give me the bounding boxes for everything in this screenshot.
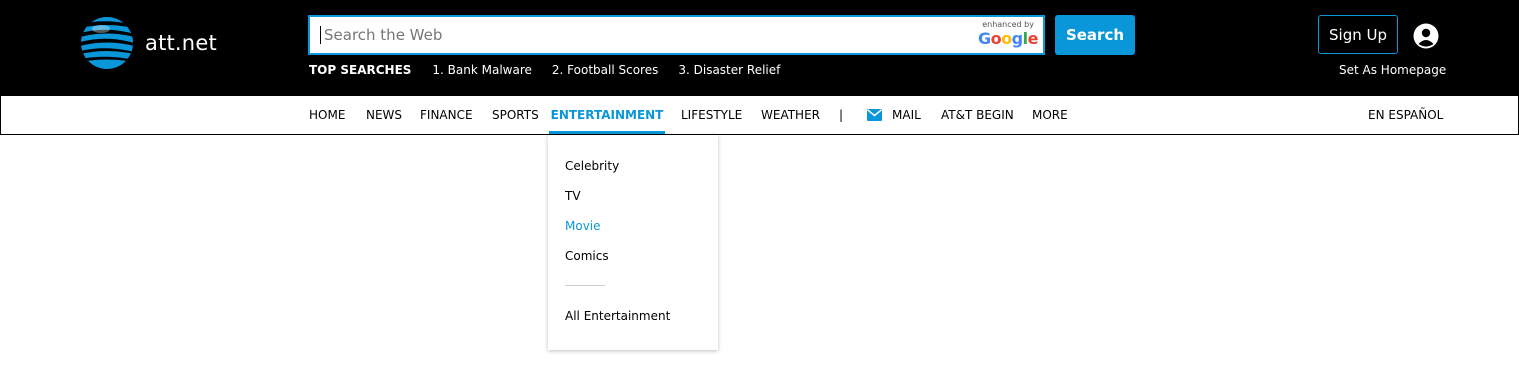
search-box: enhanced by Google [308, 15, 1045, 55]
nav-item-more[interactable]: MORE [1032, 96, 1068, 134]
dropdown-divider [565, 285, 605, 286]
enhanced-by-google-badge: enhanced by Google [978, 20, 1038, 48]
dropdown-item-all-entertainment[interactable]: All Entertainment [565, 309, 670, 323]
nav-item-sports[interactable]: SPORTS [492, 96, 539, 134]
search-input[interactable] [318, 17, 968, 53]
top-searches: TOP SEARCHES 1. Bank Malware 2. Football… [309, 63, 800, 77]
nav-item-home[interactable]: HOME [309, 96, 345, 134]
nav-item-finance[interactable]: FINANCE [420, 96, 473, 134]
att-logo[interactable]: att.net [80, 16, 217, 70]
top-search-item[interactable]: 2. Football Scores [552, 63, 658, 77]
nav-item-mail-label: MAIL [892, 108, 921, 122]
sign-up-button[interactable]: Sign Up [1318, 15, 1398, 54]
dropdown-item-tv[interactable]: TV [565, 189, 581, 203]
nav-item-weather[interactable]: WEATHER [761, 96, 820, 134]
nav-item-espanol[interactable]: EN ESPAÑOL [1368, 96, 1443, 134]
nav-item-news[interactable]: NEWS [366, 96, 402, 134]
top-searches-label: TOP SEARCHES [309, 63, 412, 77]
nav-separator: | [839, 108, 844, 122]
user-circle-icon[interactable] [1413, 23, 1439, 49]
dropdown-item-celebrity[interactable]: Celebrity [565, 159, 619, 173]
top-search-item[interactable]: 1. Bank Malware [432, 63, 531, 77]
top-search-item[interactable]: 3. Disaster Relief [678, 63, 780, 77]
set-homepage-link[interactable]: Set As Homepage [1339, 63, 1446, 77]
google-logo: Google [978, 29, 1038, 48]
dropdown-item-comics[interactable]: Comics [565, 249, 609, 263]
main-nav: HOME NEWS FINANCE SPORTS ENTERTAINMENT L… [0, 95, 1519, 135]
brand-name: att.net [145, 31, 217, 55]
nav-item-att-begin[interactable]: AT&T BEGIN [941, 96, 1014, 134]
entertainment-dropdown: Celebrity TV Movie Comics All Entertainm… [548, 135, 718, 350]
nav-item-lifestyle[interactable]: LIFESTYLE [681, 96, 742, 134]
mail-icon [867, 109, 882, 121]
nav-item-mail[interactable]: MAIL [867, 96, 921, 134]
search-button[interactable]: Search [1055, 15, 1135, 55]
top-header: att.net enhanced by Google Search TOP SE… [0, 0, 1519, 96]
att-globe-icon [81, 17, 133, 69]
dropdown-item-movie[interactable]: Movie [565, 219, 601, 233]
nav-item-entertainment[interactable]: ENTERTAINMENT [549, 96, 665, 134]
